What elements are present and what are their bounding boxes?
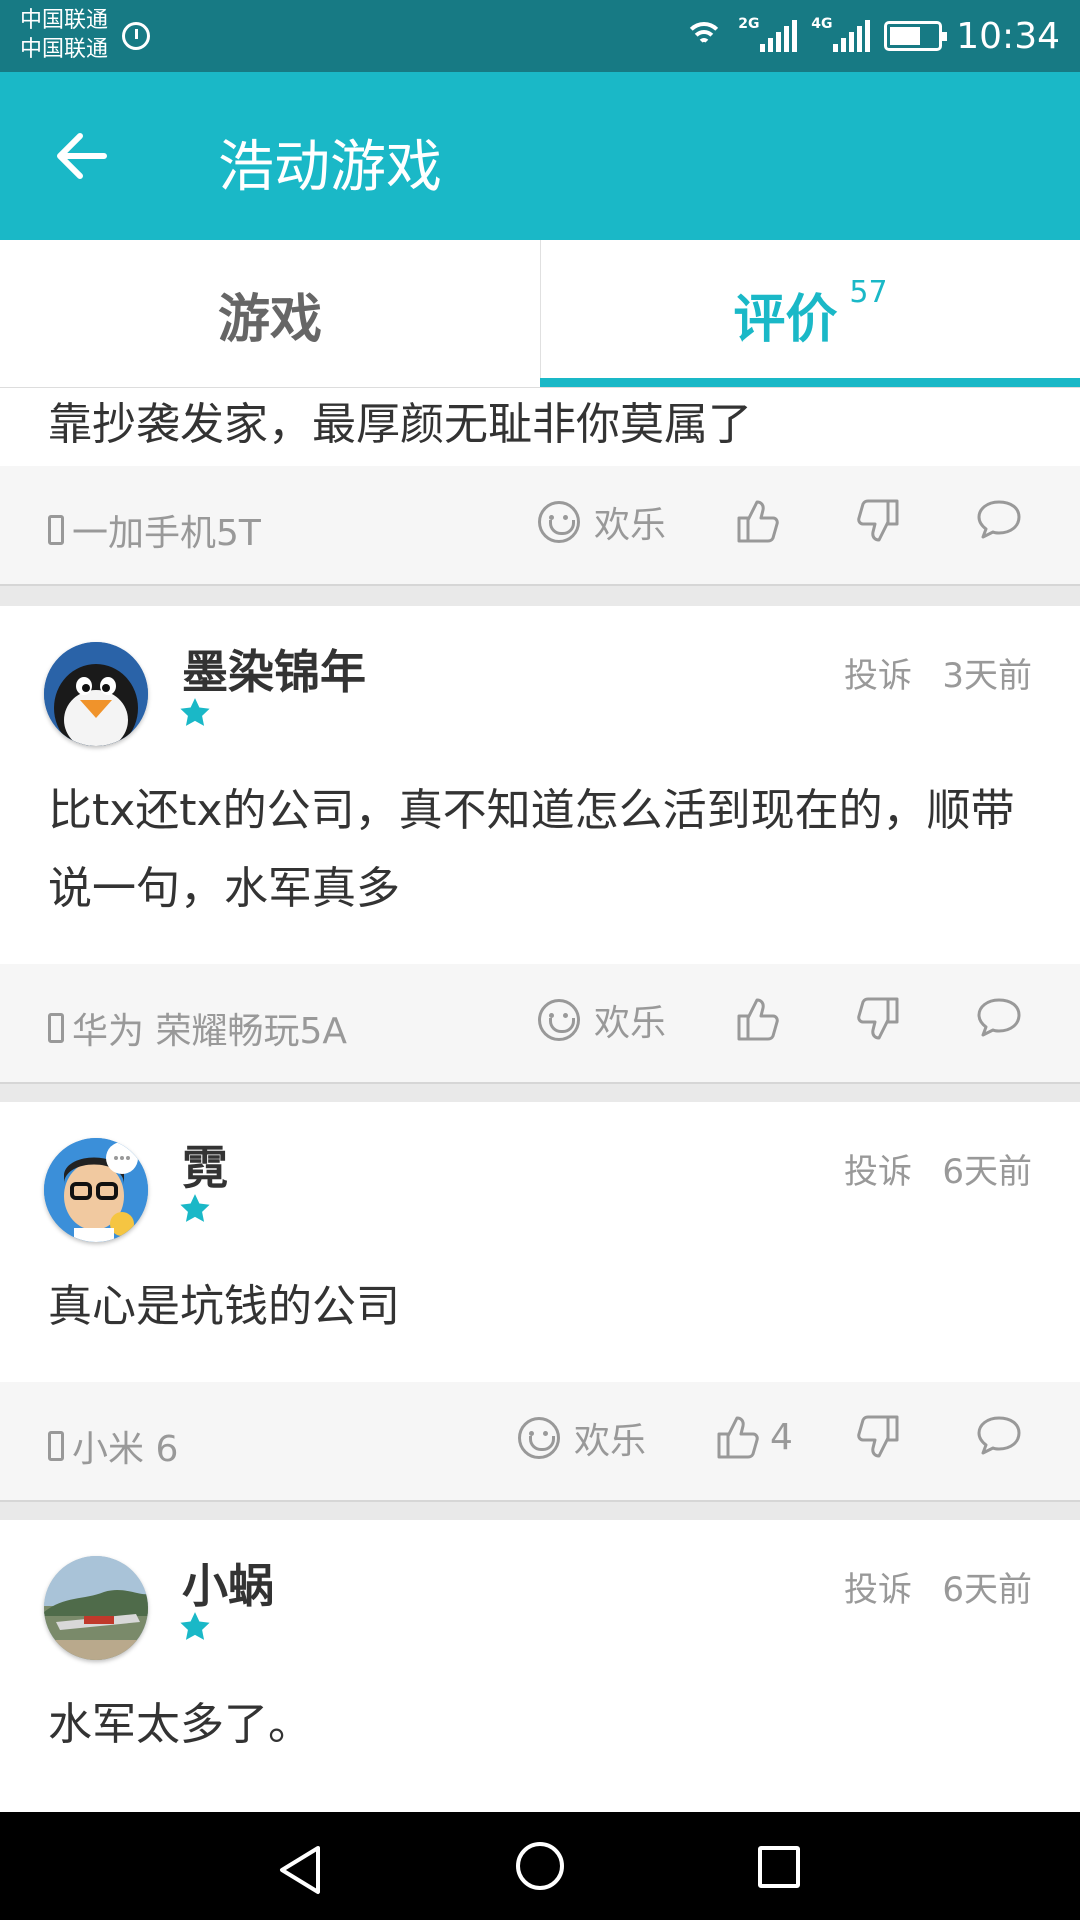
active-tab-indicator xyxy=(540,378,1080,387)
avatar[interactable] xyxy=(44,1556,148,1660)
penguin-avatar-image xyxy=(44,642,148,746)
star-icon xyxy=(180,698,210,726)
mood-tag: 欢乐 xyxy=(538,496,666,548)
review-meta-bar: 华为 荣耀畅玩5A 欢乐 xyxy=(0,964,1080,1084)
review-meta-bar: 一加手机5T 欢乐 xyxy=(0,466,1080,586)
like-count: 4 xyxy=(770,1416,793,1458)
like-button[interactable] xyxy=(736,996,790,1042)
dislike-button[interactable] xyxy=(856,1414,900,1460)
nav-home-icon[interactable] xyxy=(516,1842,564,1890)
username: 墨染锦年 xyxy=(182,645,366,699)
thumbs-down-icon xyxy=(857,997,899,1040)
timestamp: 3天前 xyxy=(942,656,1032,696)
signal-2g-icon: 2G xyxy=(738,16,798,52)
alarm-icon xyxy=(122,22,150,50)
report-link[interactable]: 投诉 xyxy=(844,1562,912,1611)
review-card: 霓 投诉 6天前 真心是坑钱的公司 xyxy=(0,1102,1080,1382)
nav-back-icon[interactable] xyxy=(276,1844,324,1896)
device-name: 小米 6 xyxy=(72,1429,179,1470)
thumbs-up-icon xyxy=(717,1416,759,1459)
comment-button[interactable] xyxy=(976,498,1022,540)
device-info: 小米 6 xyxy=(48,1420,178,1472)
tab-bar: 游戏 评价 57 xyxy=(0,240,1080,388)
carrier-2: 中国联通 xyxy=(20,37,109,62)
star-icon xyxy=(180,1194,210,1222)
tab-game[interactable]: 游戏 xyxy=(0,240,540,388)
cartoon-avatar-image xyxy=(44,1138,148,1242)
photo-avatar-image xyxy=(44,1556,148,1660)
comment-button[interactable] xyxy=(976,996,1022,1038)
comment-button[interactable] xyxy=(976,1414,1022,1456)
username: 霓 xyxy=(182,1141,228,1195)
report-link[interactable]: 投诉 xyxy=(844,1144,912,1193)
review-card: 小蜗 投诉 6天前 水军太多了。 xyxy=(0,1520,1080,1812)
dislike-button[interactable] xyxy=(856,996,900,1042)
carriers: 中国联通 中国联通 xyxy=(20,6,108,64)
smile-icon xyxy=(538,999,580,1041)
screen: 中国联通 中国联通 2G 4G 10:34 浩动游戏 游戏 评价 57 靠抄袭发… xyxy=(0,0,1080,1920)
comment-icon xyxy=(977,1416,1021,1455)
signal-2g-tag: 2G xyxy=(738,16,760,32)
smile-icon xyxy=(518,1417,560,1459)
review-content: 比tx还tx的公司，真不知道怎么活到现在的，顺带说一句，水军真多 xyxy=(48,785,1015,914)
phone-icon xyxy=(48,1431,64,1461)
app-bar: 浩动游戏 xyxy=(0,72,1080,240)
star-icon xyxy=(180,1612,210,1640)
thumbs-up-icon xyxy=(737,998,779,1041)
device-info: 一加手机5T xyxy=(48,504,261,556)
device-info: 华为 荣耀畅玩5A xyxy=(48,1002,347,1054)
tab-review[interactable]: 评价 57 xyxy=(540,240,1080,388)
signal-4g-tag: 4G xyxy=(811,16,833,32)
review-content: 靠抄袭发家，最厚颜无耻非你莫属了 xyxy=(48,399,752,450)
back-arrow-icon[interactable] xyxy=(52,126,112,186)
timestamp: 6天前 xyxy=(942,1152,1032,1192)
device-name: 华为 荣耀畅玩5A xyxy=(72,1011,347,1052)
review-content: 真心是坑钱的公司 xyxy=(48,1281,400,1332)
avatar[interactable] xyxy=(44,1138,148,1242)
review-meta-bar: 小米 6 欢乐 4 xyxy=(0,1382,1080,1502)
carrier-1: 中国联通 xyxy=(20,8,109,33)
mood-tag: 欢乐 xyxy=(518,1412,646,1464)
thumbs-up-icon xyxy=(737,500,779,543)
device-name: 一加手机5T xyxy=(72,513,261,554)
system-nav-bar xyxy=(0,1812,1080,1920)
page-title: 浩动游戏 xyxy=(218,135,442,200)
comment-icon xyxy=(977,500,1021,539)
review-content: 水军太多了。 xyxy=(48,1699,312,1750)
comment-icon xyxy=(977,998,1021,1037)
mood-tag: 欢乐 xyxy=(538,994,666,1046)
wifi-icon xyxy=(684,20,725,52)
thumbs-down-icon xyxy=(857,499,899,542)
review-count-badge: 57 xyxy=(849,274,888,310)
tab-game-label: 游戏 xyxy=(217,289,322,350)
report-link[interactable]: 投诉 xyxy=(844,648,912,697)
mood-label: 欢乐 xyxy=(594,505,667,546)
battery-icon xyxy=(884,21,948,51)
like-button[interactable] xyxy=(736,498,780,544)
mood-label: 欢乐 xyxy=(594,1003,667,1044)
signal-4g-icon: 4G xyxy=(811,16,871,52)
like-button[interactable]: 4 xyxy=(716,1414,793,1460)
thumbs-down-icon xyxy=(857,1415,899,1458)
review-card: 墨染锦年 投诉 3天前 比tx还tx的公司，真不知道怎么活到现在的，顺带说一句，… xyxy=(0,606,1080,964)
username: 小蜗 xyxy=(182,1559,274,1613)
status-icons: 2G 4G 10:34 xyxy=(684,12,1060,60)
nav-recents-icon[interactable] xyxy=(758,1846,800,1888)
smile-icon xyxy=(538,501,580,543)
review-list[interactable]: 靠抄袭发家，最厚颜无耻非你莫属了 一加手机5T 欢乐 墨染锦年 投诉 3天前 比… xyxy=(0,388,1080,1812)
phone-icon xyxy=(48,1013,64,1043)
phone-icon xyxy=(48,515,64,545)
clock: 10:34 xyxy=(956,15,1060,57)
review-card: 靠抄袭发家，最厚颜无耻非你莫属了 xyxy=(0,388,1080,466)
avatar[interactable] xyxy=(44,642,148,746)
timestamp: 6天前 xyxy=(942,1570,1032,1610)
tab-review-label: 评价 xyxy=(733,289,838,350)
status-bar: 中国联通 中国联通 2G 4G 10:34 xyxy=(0,0,1080,72)
mood-label: 欢乐 xyxy=(574,1421,647,1462)
dislike-button[interactable] xyxy=(856,498,900,544)
